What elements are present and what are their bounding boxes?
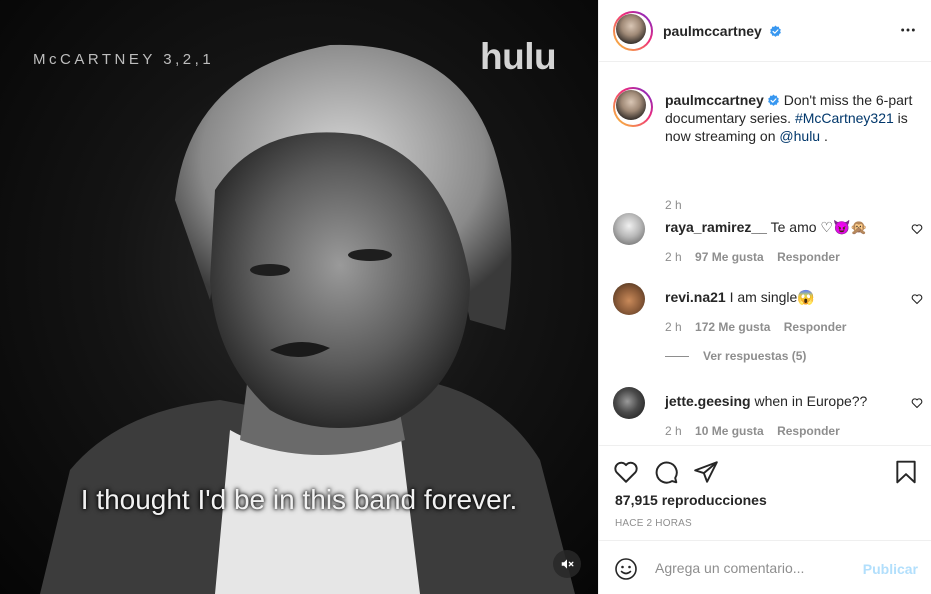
add-comment-bar: Publicar xyxy=(599,540,931,594)
post-panel: paulmccartney paulmccartney Don't miss t… xyxy=(598,0,931,594)
author-avatar[interactable] xyxy=(613,11,653,51)
like-comment-heart-icon[interactable] xyxy=(911,293,923,305)
comment-actions: 2 h 172 Me gusta Responder xyxy=(665,320,856,334)
comment-text: revi.na21 I am single😱 xyxy=(665,288,885,306)
view-count-number: 87,915 xyxy=(615,492,658,508)
like-comment-heart-icon[interactable] xyxy=(911,397,923,409)
caption-mention[interactable]: @hulu xyxy=(779,128,820,144)
comment-bubble-icon[interactable] xyxy=(653,459,679,485)
reply-button[interactable]: Responder xyxy=(784,320,847,334)
like-heart-icon[interactable] xyxy=(613,459,639,485)
reply-button[interactable]: Responder xyxy=(777,424,840,438)
save-bookmark-icon[interactable] xyxy=(893,459,919,485)
caption-hashtag[interactable]: #McCartney321 xyxy=(795,110,894,126)
comment-likes[interactable]: 172 Me gusta xyxy=(695,320,770,334)
share-direct-icon[interactable] xyxy=(693,459,719,485)
video-subtitle: I thought I'd be in this band forever. xyxy=(80,484,518,515)
comment-time[interactable]: 2 h xyxy=(665,250,682,264)
comment-likes[interactable]: 97 Me gusta xyxy=(695,250,764,264)
verified-badge-icon xyxy=(767,94,779,106)
speaker-muted-icon xyxy=(561,559,574,569)
caption-username[interactable]: paulmccartney xyxy=(665,92,780,108)
caption-text: paulmccartney Don't miss the 6-part docu… xyxy=(665,91,915,145)
comment-username[interactable]: revi.na21 xyxy=(665,289,726,305)
view-replies-label: Ver respuestas (5) xyxy=(703,349,807,363)
view-replies-button[interactable]: Ver respuestas (5) xyxy=(665,349,806,363)
caption-time[interactable]: 2 h xyxy=(665,198,682,212)
comment-avatar[interactable] xyxy=(613,283,645,315)
comment-body: when in Europe?? xyxy=(754,393,868,409)
post-timestamp[interactable]: HACE 2 HORAS xyxy=(615,518,692,529)
like-comment-heart-icon[interactable] xyxy=(911,223,923,235)
author-username[interactable]: paulmccartney xyxy=(663,23,782,39)
reply-button[interactable]: Responder xyxy=(777,250,840,264)
comment-text: jette.geesing when in Europe?? xyxy=(665,392,885,410)
video-player[interactable]: McCARTNEY 3,2,1 hulu I thought I'd be in… xyxy=(0,0,598,594)
publish-button[interactable]: Publicar xyxy=(863,561,918,577)
comment-item: raya_ramirez__ Te amo ♡😈🙊 2 h 97 Me gust… xyxy=(613,213,923,273)
comment-avatar[interactable] xyxy=(613,387,645,419)
comment-text: raya_ramirez__ Te amo ♡😈🙊 xyxy=(665,218,885,236)
comment-username[interactable]: jette.geesing xyxy=(665,393,751,409)
emoji-smiley-icon[interactable] xyxy=(614,557,638,581)
post-header: paulmccartney xyxy=(599,0,931,62)
comment-username[interactable]: raya_ramirez__ xyxy=(665,219,767,235)
caption-author-avatar[interactable] xyxy=(613,87,653,127)
verified-badge-icon xyxy=(769,25,781,37)
caption-body-end: . xyxy=(823,128,828,144)
comment-time[interactable]: 2 h xyxy=(665,424,682,438)
comment-avatar[interactable] xyxy=(613,213,645,245)
comment-body: I am single😱 xyxy=(729,289,815,305)
comments-section[interactable]: paulmccartney Don't miss the 6-part docu… xyxy=(599,63,931,445)
show-title: McCARTNEY 3,2,1 xyxy=(33,51,215,68)
view-count-label: reproducciones xyxy=(661,492,767,508)
comment-item: jette.geesing when in Europe?? 2 h 10 Me… xyxy=(613,387,923,445)
comment-likes[interactable]: 10 Me gusta xyxy=(695,424,764,438)
post-action-bar: 87,915 reproducciones HACE 2 HORAS xyxy=(599,445,931,540)
replies-divider xyxy=(665,356,689,358)
comment-actions: 2 h 97 Me gusta Responder xyxy=(665,250,850,264)
comment-input[interactable] xyxy=(655,557,865,579)
comment-item: revi.na21 I am single😱 2 h 172 Me gusta … xyxy=(613,283,923,343)
comment-time[interactable]: 2 h xyxy=(665,320,682,334)
comment-actions: 2 h 10 Me gusta Responder xyxy=(665,424,850,438)
mute-button[interactable] xyxy=(553,550,581,578)
view-count[interactable]: 87,915 reproducciones xyxy=(615,492,767,508)
more-options-icon[interactable] xyxy=(900,22,916,38)
comment-body: Te amo ♡😈🙊 xyxy=(770,219,868,235)
hulu-logo: hulu xyxy=(480,36,557,77)
